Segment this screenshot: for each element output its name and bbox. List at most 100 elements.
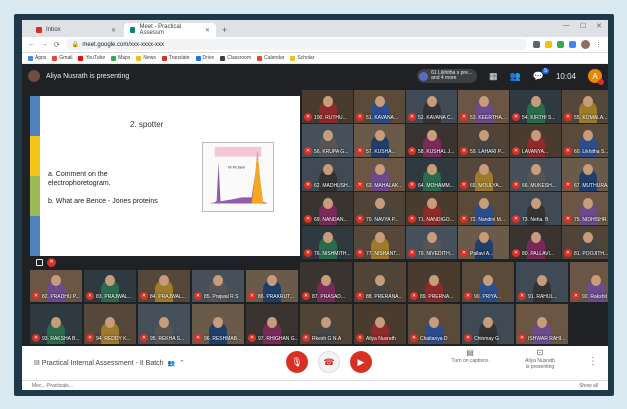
participant-tile[interactable]: ✕ ISHWAR RAHI...	[516, 304, 568, 344]
captions-button[interactable]: ▤ Turn on captions	[448, 349, 492, 365]
participant-tile[interactable]: ✕ Pallavi A...	[458, 226, 509, 259]
participant-tile[interactable]: ✕ 84. PRAJWAL...	[138, 270, 190, 302]
tab-meet[interactable]: Meet - Practical Assessm ✕	[124, 23, 216, 37]
back-icon[interactable]: ←	[28, 41, 35, 48]
participant-tile[interactable]: ✕ 51. KAVANA...	[354, 90, 405, 123]
menu-icon[interactable]: ⋮	[595, 41, 602, 49]
participant-tile[interactable]: ✕ Rkesh G N.A	[300, 304, 352, 344]
participant-tile[interactable]: ✕ 72. Nandini M...	[458, 192, 509, 225]
participant-tile[interactable]: ✕ 76. NISHMITH...	[302, 226, 353, 259]
reload-icon[interactable]: ⟳	[54, 41, 60, 49]
participant-tile[interactable]: ✕ 94. REDDY K...	[84, 304, 136, 344]
bookmark-item[interactable]: YouTube	[78, 55, 105, 61]
new-tab-icon[interactable]: +	[218, 23, 231, 37]
bookmark-item[interactable]: Classroom	[220, 55, 251, 61]
participant-tile[interactable]: ✕ 87. PRASAD...	[300, 262, 352, 302]
participant-tile[interactable]: ✕ Chaitanya D	[408, 304, 460, 344]
presenting-button[interactable]: ⊡ Aliya Nusrath is presenting	[518, 349, 562, 371]
participant-tile[interactable]: ✕ 66. MUKESH...	[510, 158, 561, 191]
slide-question: a. Comment on the electrophoretogram.	[48, 171, 111, 187]
participant-tile[interactable]: ✕ 75. NIDHISHR...	[562, 192, 608, 225]
participant-tile[interactable]: ✕ 86. PRAKRUT...	[246, 270, 298, 302]
chat-icon[interactable]: 💬 5	[533, 67, 549, 82]
meeting-details[interactable]: III Practical Internal Assessment - II B…	[34, 359, 185, 368]
close-icon[interactable]: ✕	[205, 27, 210, 34]
participant-tile[interactable]: ✕ 96. RESHMAB...	[192, 304, 244, 344]
participant-tile[interactable]: ✕92. Rakshit H S	[570, 262, 608, 302]
participant-tile[interactable]: ✕ 81. POOJITH...	[562, 226, 608, 259]
self-avatar[interactable]: A	[588, 69, 604, 85]
show-all-link[interactable]: Show all	[579, 383, 598, 389]
participant-tile[interactable]: ✕67. MUTHURAJ...	[562, 158, 608, 191]
participant-tile[interactable]: ✕ 77. NISHANT...	[354, 226, 405, 259]
camera-icon[interactable]	[533, 41, 540, 48]
participant-tile[interactable]: ✕ LAVANYA...	[510, 124, 561, 157]
participant-tile[interactable]: ✕ 90. PRIYA...	[462, 262, 514, 302]
participant-tile[interactable]: ✕ 95. REKHA S...	[138, 304, 190, 344]
participant-tile[interactable]: ✕ 64. MOHAMM...	[406, 158, 457, 191]
presenting-label: Aliya Nusrath is presenting	[46, 72, 130, 80]
bookmark-item[interactable]: Calendar	[257, 55, 284, 61]
bookmark-item[interactable]: Scholar	[290, 55, 314, 61]
participants-badge[interactable]: 61 Likhitha s pre... and 4 more	[417, 69, 478, 83]
bookmark-item[interactable]: News	[136, 55, 156, 61]
participant-tile[interactable]: ✕ 56. KRUPA G...	[302, 124, 353, 157]
extensions: ⋮	[533, 40, 602, 49]
participant-tile[interactable]: ✕ 88. PRERANA...	[354, 262, 406, 302]
participant-tile[interactable]: ✕ 89. PRERNA...	[408, 262, 460, 302]
profile-avatar[interactable]	[581, 40, 590, 49]
omnibox[interactable]: 🔒 meet.google.com/xxx-xxxx-xxx	[65, 39, 527, 50]
participant-tile[interactable]: ✕ 97. RHIGHAN G...	[246, 304, 298, 344]
grid-layout-icon[interactable]: ▦	[489, 71, 498, 82]
participant-tile[interactable]: ✕ 65. MOULYA...	[458, 158, 509, 191]
participant-tile[interactable]: ✕ Chinmay G	[462, 304, 514, 344]
bookmark-item[interactable]: Apps	[28, 55, 46, 61]
download-item[interactable]: Mec... Practicals...	[32, 383, 73, 389]
participant-tile[interactable]: ✕ 62. MADHUSH...	[302, 158, 353, 191]
extension-icon[interactable]	[557, 41, 564, 48]
participant-tile[interactable]: ✕ 100. RUTHU...	[302, 90, 353, 123]
participant-tile[interactable]: ✕ 55. KOMALA...	[562, 90, 608, 123]
star-icon[interactable]	[545, 41, 552, 48]
tab-inbox[interactable]: Inbox ✕	[30, 23, 122, 37]
people-icon[interactable]: 👥	[510, 71, 521, 82]
bookmark-item[interactable]: Gmail	[52, 55, 72, 61]
participant-tile[interactable]: ✕ 70. NAVYA P...	[354, 192, 405, 225]
participant-name: 100. RUTHU...	[314, 115, 347, 121]
participant-name: 92. Rakshit H S	[582, 294, 608, 300]
participant-tile[interactable]: ✕ 69. NANDAN...	[302, 192, 353, 225]
participant-tile[interactable]: ✕ 54. KIRTHI S...	[510, 90, 561, 123]
participant-tile[interactable]: ✕ 52. KAVANA C...	[406, 90, 457, 123]
close-window-icon[interactable]: ✕	[596, 22, 602, 30]
participant-tile[interactable]: ✕ 91. RAHUL...	[516, 262, 568, 302]
bookmark-item[interactable]: Drive	[195, 55, 214, 61]
participant-tile[interactable]: ✕ 60. Likhitha S...	[562, 124, 608, 157]
participant-tile[interactable]: ✕ 79. NIVEDITH...	[406, 226, 457, 259]
participant-tile[interactable]: ✕ 93. RAKSHA B...	[30, 304, 82, 344]
participant-tile[interactable]: ✕ 59. LAHARI P...	[458, 124, 509, 157]
participant-tile[interactable]: ✕ 82. PRADHU P...	[30, 270, 82, 302]
forward-icon[interactable]: →	[41, 41, 48, 48]
close-icon[interactable]: ✕	[111, 27, 116, 34]
participant-tile[interactable]: ✕ 71. NANDIGO...	[406, 192, 457, 225]
participant-tile[interactable]: ✕ 83. PRAJWAL...	[84, 270, 136, 302]
participant-tile[interactable]: ✕ 53. KEERTHA...	[458, 90, 509, 123]
maximize-icon[interactable]: ☐	[580, 22, 586, 30]
participant-tile[interactable]: ✕ 80. PALLAVI...	[510, 226, 561, 259]
microphone-button[interactable]: 🎙	[286, 351, 308, 373]
extension-icon[interactable]	[569, 41, 576, 48]
participant-tile[interactable]: ✕ 63. MAHALAK...	[354, 158, 405, 191]
camera-button[interactable]: ▶	[350, 351, 372, 373]
participant-tile[interactable]: ✕ 73. Neha. B	[510, 192, 561, 225]
participant-video	[478, 164, 489, 175]
bookmark-item[interactable]: Translate	[161, 55, 190, 61]
participant-tile[interactable]: ✕ 57. KUSHA...	[354, 124, 405, 157]
more-options-icon[interactable]: ⋮	[588, 356, 598, 367]
minimize-icon[interactable]: —	[563, 22, 570, 30]
participant-tile[interactable]: ✕ Aliya Nusrath	[354, 304, 406, 344]
participant-tile[interactable]: ✕ 58. KUSHAL J...	[406, 124, 457, 157]
participant-name: 88. PRERANA...	[366, 294, 403, 300]
leave-call-button[interactable]: ☎	[318, 351, 340, 373]
bookmark-item[interactable]: Maps	[111, 55, 130, 61]
participant-tile[interactable]: ✕ 85. Prajwal R S	[192, 270, 244, 302]
